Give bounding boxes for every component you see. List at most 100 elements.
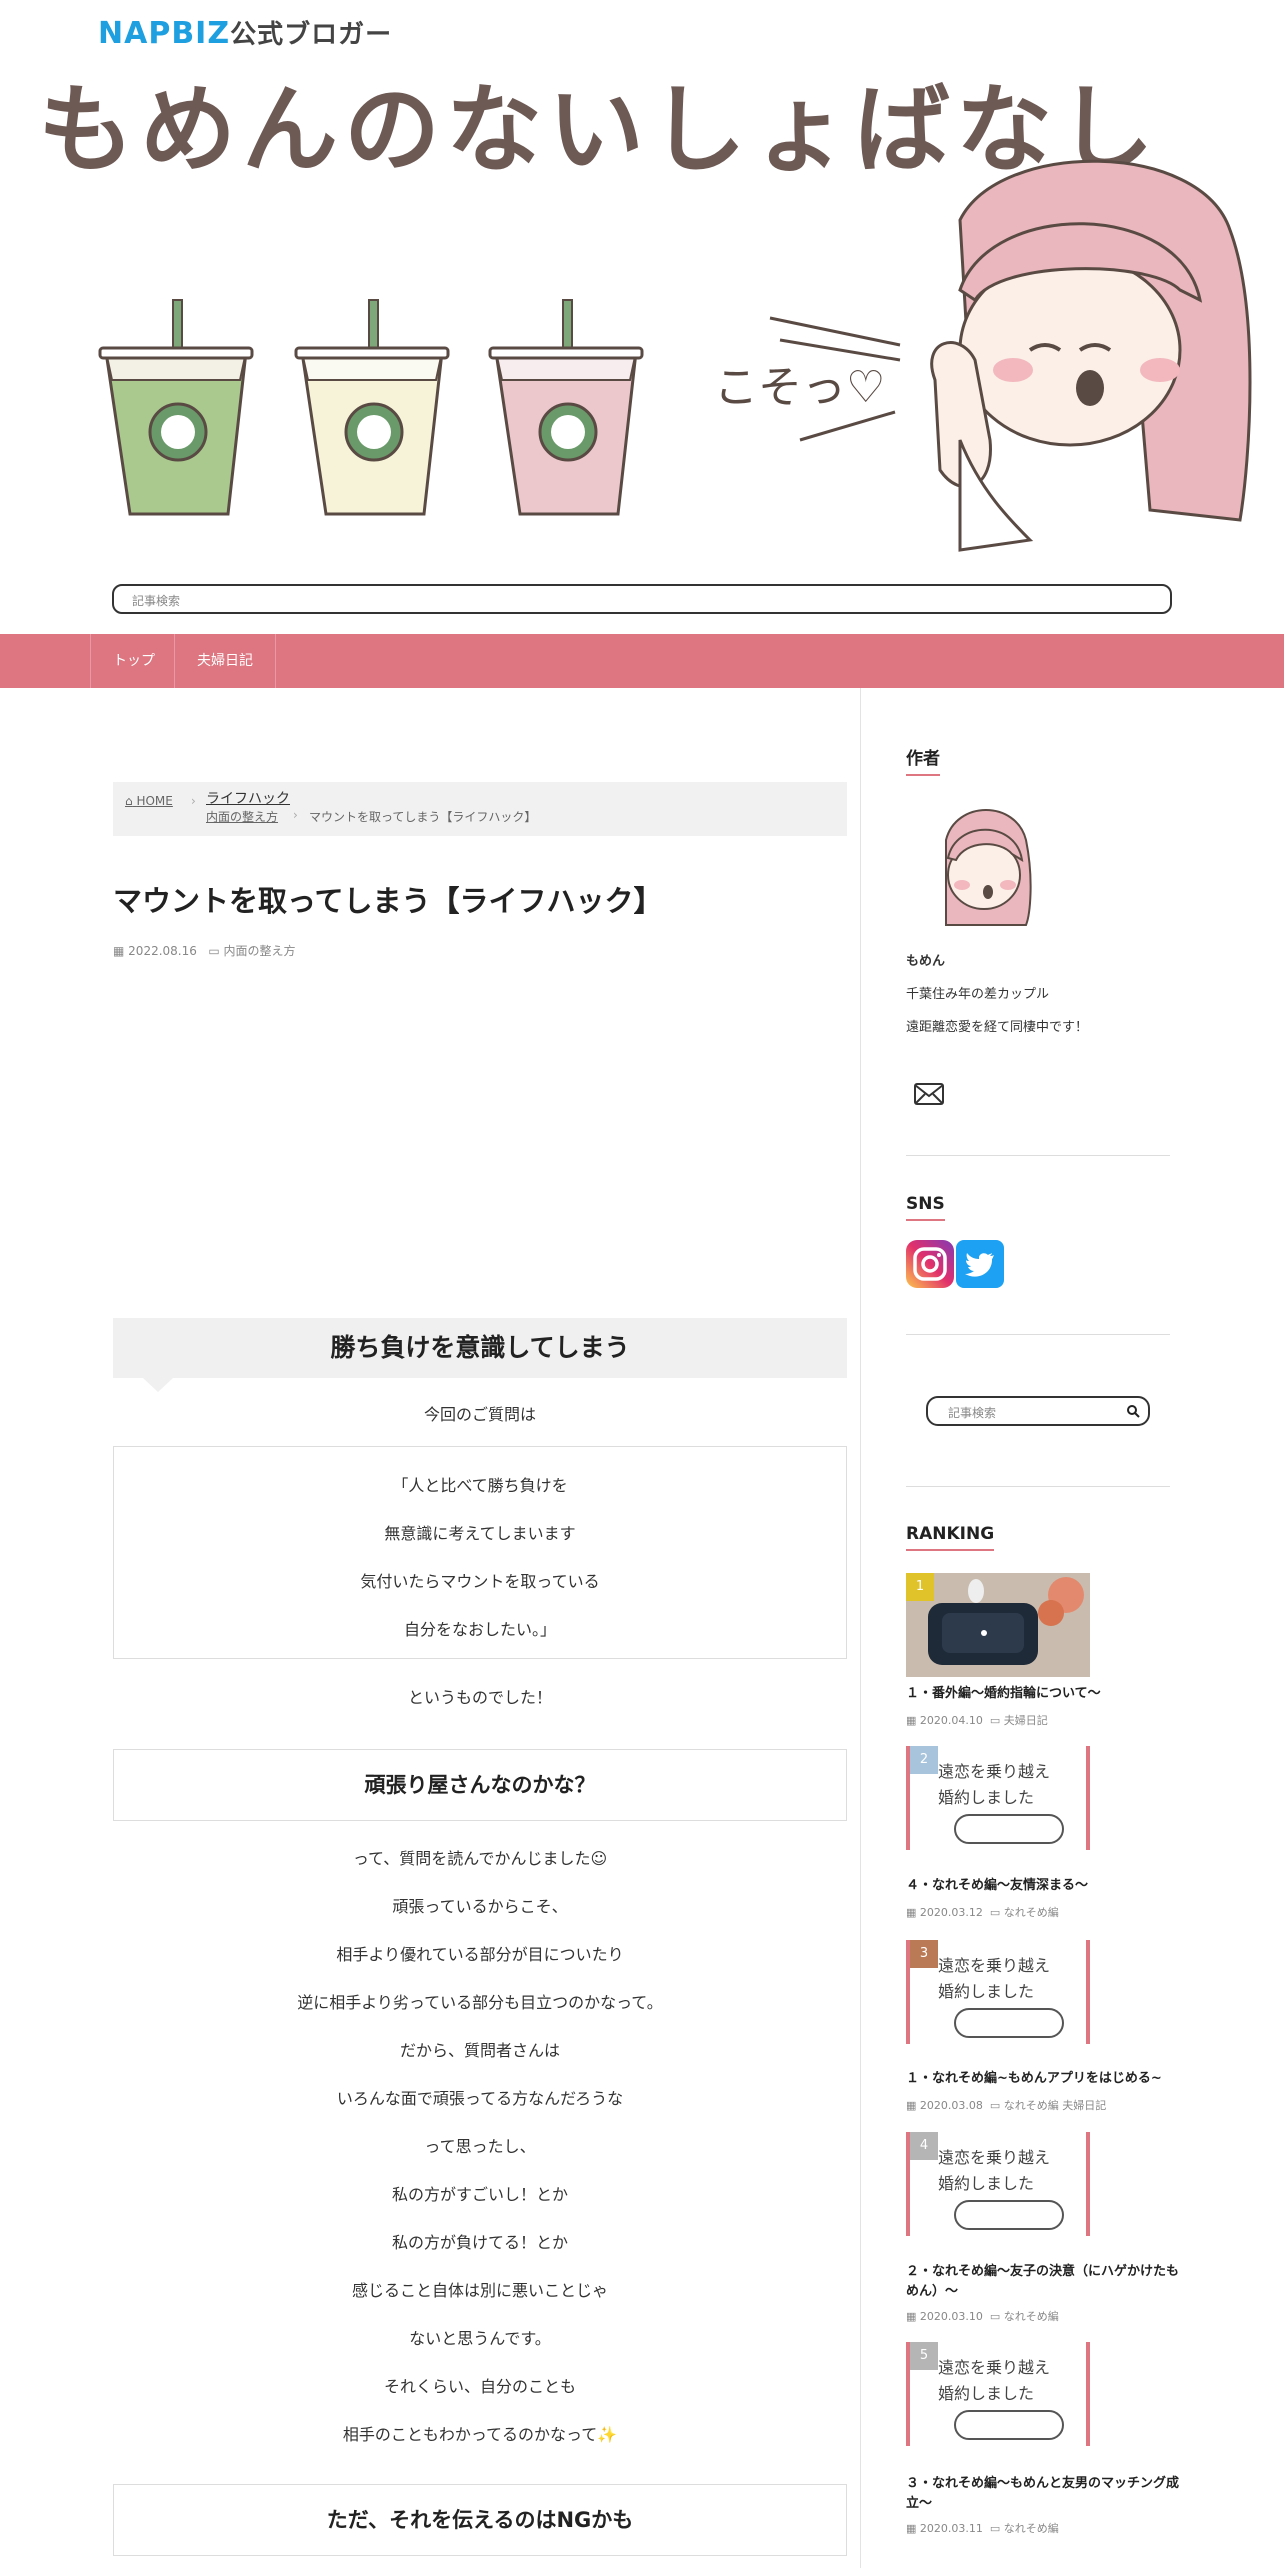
folder-icon: ▭ — [208, 944, 220, 958]
section-heading-h3: 頑張り屋さんなのかな？ — [113, 1749, 847, 1821]
sidebar-search-placeholder: 記事検索 — [948, 1406, 997, 1420]
ranking-thumbnail[interactable]: 遠恋を乗り越え 婚約しました 4 — [906, 2132, 1090, 2236]
section-heading-h2: 勝ち負けを意識してしまう — [113, 1318, 847, 1378]
body-line: 私の方が負けてる！とか — [391, 2233, 568, 2252]
rank-badge: 2 — [910, 1746, 938, 1774]
girl-character-icon — [930, 159, 1252, 552]
ranking-meta: ▦ 2020.03.10 ▭ なれそめ編 — [906, 2308, 1059, 2324]
calendar-icon: ▦ — [906, 2522, 917, 2535]
breadcrumb-home-label: HOME — [136, 794, 173, 808]
rank-badge: 3 — [910, 1940, 938, 1968]
ranking-title[interactable]: １・番外編～婚約指輪について～ — [906, 1684, 1186, 1704]
ranking-category[interactable]: なれそめ編 — [1004, 2522, 1059, 2535]
body-line: って思ったし、 — [424, 2137, 536, 2156]
quote-line: 気付いたらマウントを取っている — [360, 1572, 600, 1591]
body-line: って、質問を読んでかんじました☺ — [352, 1849, 608, 1868]
ranking-meta: ▦ 2020.03.12 ▭ なれそめ編 — [906, 1904, 1059, 1920]
ranking-meta: ▦ 2020.03.11 ▭ なれそめ編 — [906, 2520, 1059, 2536]
column-divider — [860, 688, 861, 2568]
rank-badge: 5 — [910, 2342, 938, 2370]
ranking-date: 2020.03.08 — [919, 2099, 983, 2112]
breadcrumb-home[interactable]: ⌂ HOME — [125, 794, 173, 808]
breadcrumb-lifehack[interactable]: ライフハック — [206, 788, 290, 808]
twitter-icon[interactable] — [956, 1240, 1004, 1288]
body-line: 逆に相手より劣っている部分も目立つのかなって。 — [297, 1993, 663, 2012]
nav-item-couple-diary[interactable]: 夫婦日記 — [174, 634, 276, 688]
thumbnail-text: 婚約しました — [938, 2384, 1035, 2403]
speech-bubble — [954, 1814, 1064, 1844]
header-search-input[interactable]: 記事検索 — [112, 584, 1172, 614]
ranking-title[interactable]: ４・なれそめ編～友情深まる～ — [906, 1876, 1186, 1896]
folder-icon: ▭ — [989, 2310, 1001, 2323]
sidebar-divider — [906, 1334, 1170, 1335]
paragraph-intro: 今回のご質問は — [423, 1405, 536, 1424]
thumbnail-text: 遠恋を乗り越え — [938, 2148, 1051, 2167]
post-date: 2022.08.16 — [128, 944, 197, 958]
rank-badge: 4 — [910, 2132, 938, 2160]
sidebar-heading-ranking: RANKING — [906, 1524, 995, 1551]
thumbnail-text: 遠恋を乗り越え — [938, 2358, 1051, 2377]
quote-line: 自分をなおしたい。」 — [403, 1620, 556, 1639]
author-avatar[interactable] — [926, 800, 1036, 932]
body-line: いろんな面で頑張ってる方なんだろうな — [336, 2089, 624, 2108]
breadcrumb-category[interactable]: 内面の整え方 — [206, 808, 278, 825]
post-category[interactable]: 内面の整え方 — [224, 944, 296, 958]
calendar-icon: ▦ — [906, 2310, 917, 2323]
mail-icon[interactable] — [914, 1083, 944, 1105]
ranking-category[interactable]: なれそめ編 — [1004, 1906, 1059, 1919]
nav-item-top[interactable]: トップ — [90, 634, 177, 688]
body-line: それくらい、自分のことも — [383, 2377, 576, 2396]
speech-bubble — [954, 2200, 1064, 2230]
ranking-thumbnail[interactable]: 1 — [906, 1573, 1090, 1677]
ranking-title[interactable]: ３・なれそめ編～もめんと友男のマッチング成立～ — [906, 2474, 1186, 2514]
thumbnail-text: 婚約しました — [938, 1788, 1035, 1807]
thumbnail-text: 遠恋を乗り越え — [938, 1956, 1051, 1975]
ranking-thumbnail[interactable]: 遠恋を乗り越え 婚約しました 3 — [906, 1940, 1090, 2044]
post-meta: ▦ 2022.08.16 ▭ 内面の整え方 — [113, 942, 296, 959]
post-title: マウントを取ってしまう【ライフハック】 — [113, 884, 663, 918]
calendar-icon: ▦ — [113, 944, 125, 958]
sidebar-search-input[interactable]: 記事検索 — [926, 1396, 1150, 1426]
breadcrumb-separator-icon: › — [191, 794, 196, 808]
body-line: 相手のこともわかってるのかなって✨ — [342, 2425, 618, 2444]
drink-cup-pink-icon — [488, 299, 644, 516]
sidebar-heading-sns: SNS — [906, 1194, 945, 1221]
ranking-date: 2020.04.10 — [919, 1714, 983, 1727]
calendar-icon: ▦ — [906, 2099, 917, 2112]
instagram-icon[interactable] — [906, 1240, 954, 1288]
body-line: 頑張っているからこそ、 — [392, 1897, 568, 1916]
body-line: ないと思うんです。 — [409, 2329, 551, 2348]
ranking-category[interactable]: 夫婦日記 — [1004, 1714, 1048, 1727]
ranking-title[interactable]: １・なれそめ編~もめんアプリをはじめる~ — [906, 2069, 1186, 2089]
ranking-meta: ▦ 2020.04.10 ▭ 夫婦日記 — [906, 1712, 1048, 1728]
body-line: だから、質問者さんは — [399, 2041, 560, 2060]
ranking-title[interactable]: ２・なれそめ編～友子の決意（にハゲかけたもめん）～ — [906, 2262, 1186, 2302]
global-nav: トップ 夫婦日記 — [0, 634, 1284, 688]
ranking-thumbnail[interactable]: 遠恋を乗り越え 婚約しました 2 — [906, 1746, 1090, 1850]
ranking-category[interactable]: なれそめ編 夫婦日記 — [1004, 2099, 1107, 2112]
sidebar-divider — [906, 1155, 1170, 1156]
home-icon: ⌂ — [125, 794, 133, 808]
sidebar-divider — [906, 1486, 1170, 1487]
breadcrumb: ⌂ HOME › ライフハック 内面の整え方 › マウントを取ってしまう【ライフ… — [113, 782, 847, 836]
ranking-category[interactable]: なれそめ編 — [1004, 2310, 1059, 2323]
ranking-date: 2020.03.10 — [919, 2310, 983, 2323]
folder-icon: ▭ — [989, 2522, 1001, 2535]
ranking-date: 2020.03.12 — [919, 1906, 983, 1919]
paragraph-after-quote: というものでした！ — [407, 1688, 552, 1707]
ranking-thumbnail[interactable]: 遠恋を乗り越え 婚約しました 5 — [906, 2342, 1090, 2446]
folder-icon: ▭ — [989, 1714, 1001, 1727]
drink-cup-green-icon — [98, 299, 254, 516]
search-icon[interactable] — [1126, 1404, 1140, 1418]
heading-arrow — [143, 1378, 173, 1392]
napbiz-logo[interactable]: NAPBIZ公式ブロガー — [98, 14, 392, 51]
calendar-icon: ▦ — [906, 1714, 917, 1727]
rank-badge: 1 — [906, 1573, 934, 1601]
body-line: 私の方がすごいし！とか — [391, 2185, 568, 2204]
ranking-meta: ▦ 2020.03.08 ▭ なれそめ編 夫婦日記 — [906, 2097, 1106, 2113]
folder-icon: ▭ — [989, 1906, 1001, 1919]
napbiz-brand-suffix: 公式ブロガー — [230, 20, 393, 50]
thumbnail-text: 遠恋を乗り越え — [938, 1762, 1051, 1781]
quote-line: 「人と比べて勝ち負けを — [392, 1476, 568, 1495]
whisper-text: こそっ♡ — [714, 362, 885, 413]
